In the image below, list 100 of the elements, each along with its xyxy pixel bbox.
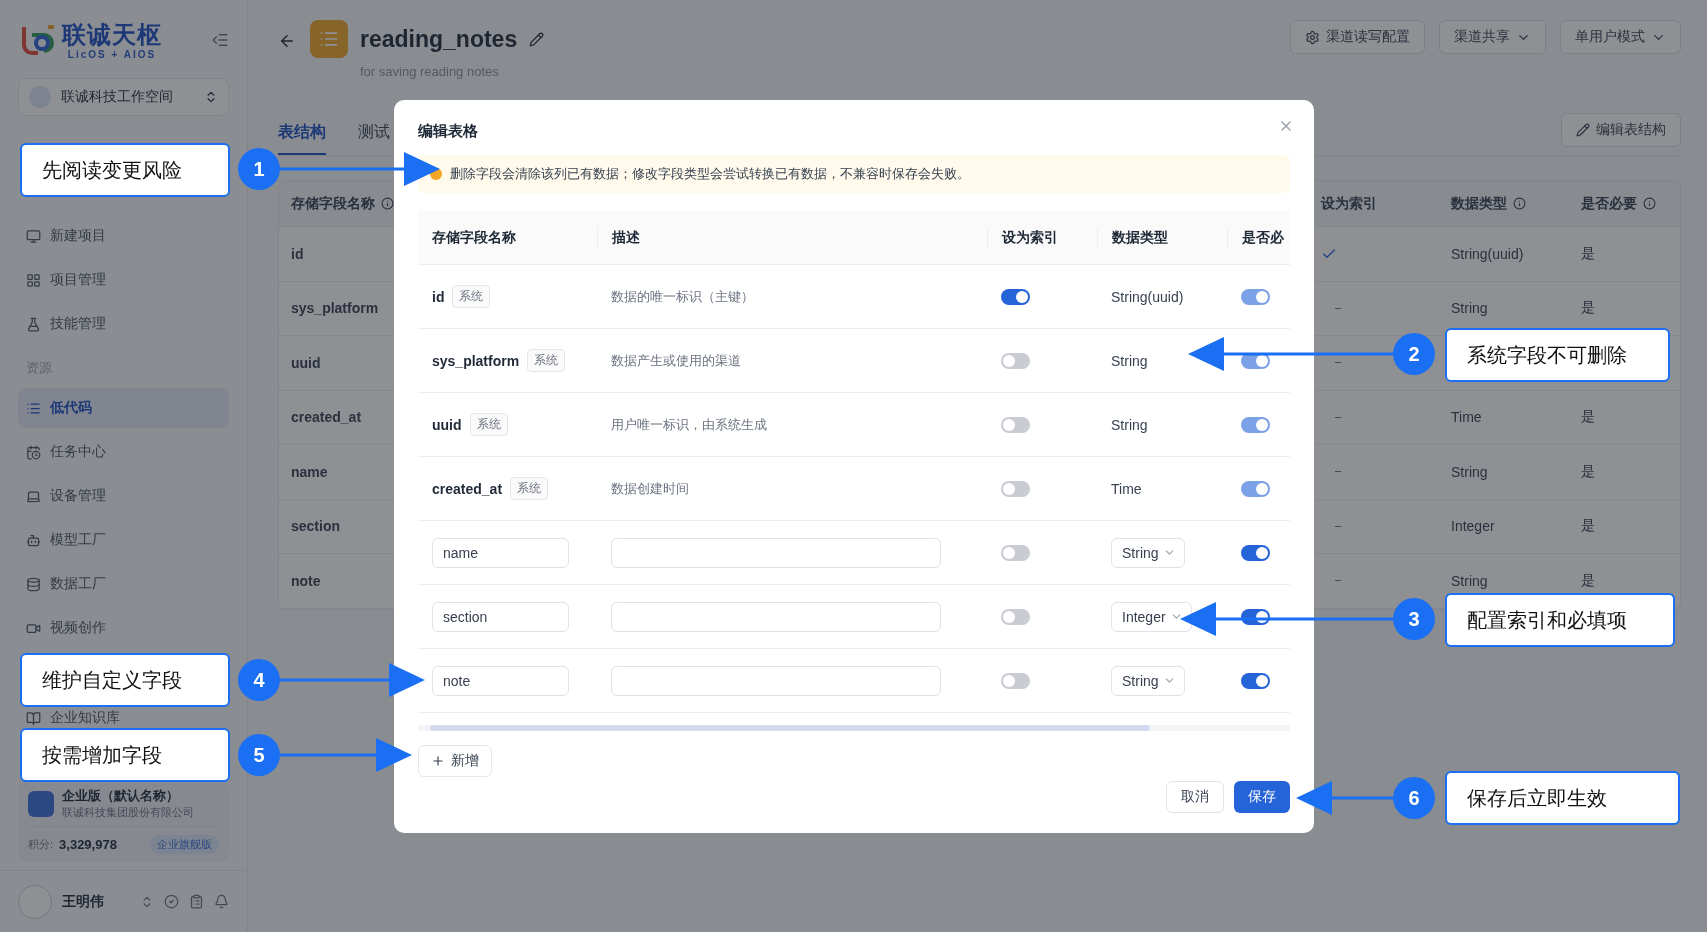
field-name-input[interactable]: name — [432, 537, 569, 568]
table-cell: String — [1451, 572, 1488, 589]
edit-icon[interactable] — [529, 31, 545, 47]
system-tag: 系统 — [527, 349, 566, 372]
flask-icon — [26, 316, 41, 332]
index-switch[interactable] — [1001, 288, 1030, 305]
add-field-button[interactable]: 新增 — [418, 745, 492, 777]
required-switch[interactable] — [1241, 480, 1270, 497]
table-cell: sys_platform — [291, 300, 379, 317]
horizontal-scrollbar[interactable] — [418, 725, 1290, 731]
nav-item[interactable]: 技能管理 — [18, 304, 229, 344]
table-cell: section — [291, 518, 340, 535]
description-input[interactable] — [611, 665, 941, 696]
index-switch[interactable] — [1001, 672, 1030, 689]
type-select[interactable]: String — [1111, 665, 1185, 696]
table-cell: note — [291, 572, 321, 589]
table-cell: 是 — [1581, 571, 1595, 590]
points-value: 3,329,978 — [59, 837, 118, 852]
description-input[interactable] — [611, 601, 941, 632]
table-cell: id — [291, 245, 304, 262]
data-type: String — [1111, 416, 1148, 433]
field-description: 数据产生或使用的渠道 — [611, 351, 741, 370]
logo-title: 联诚天枢 — [62, 20, 162, 49]
index-switch[interactable] — [1001, 544, 1030, 561]
required-switch[interactable] — [1241, 672, 1270, 689]
required-switch[interactable] — [1241, 544, 1270, 561]
column-header: 设为索引 — [987, 226, 1097, 249]
data-type: Time — [1111, 480, 1142, 497]
step-number: 6 — [1393, 777, 1435, 819]
step-number: 4 — [238, 659, 280, 701]
callout-label: 系统字段不可删除 — [1445, 328, 1670, 382]
header-button[interactable]: 单用户模式 — [1560, 20, 1681, 54]
check-circle-icon[interactable] — [164, 894, 179, 909]
clipboard-icon[interactable] — [189, 894, 204, 909]
collapse-menu-icon[interactable] — [211, 31, 229, 49]
database-icon — [26, 576, 41, 592]
grid-icon — [26, 272, 41, 288]
tab[interactable]: 表结构 — [278, 113, 326, 155]
book-icon — [26, 710, 41, 726]
workspace-selector[interactable]: 联诚科技工作空间 — [18, 78, 229, 116]
field-description: 数据创建时间 — [611, 479, 689, 498]
index-switch[interactable] — [1001, 352, 1030, 369]
info-icon — [381, 197, 394, 210]
nav-item[interactable]: 低代码 — [18, 388, 229, 428]
column-header: 数据类型 — [1451, 194, 1526, 213]
field-description: 用户唯一标识，由系统生成 — [611, 415, 767, 434]
table-cell: name — [291, 463, 328, 480]
org-company: 联诚科技集团股份有限公司 — [62, 805, 194, 820]
nav-item[interactable]: 数据工厂 — [18, 564, 229, 604]
column-header: 设为索引 — [1321, 194, 1377, 213]
plan-badge: 企业旗舰版 — [150, 835, 219, 854]
cancel-button[interactable]: 取消 — [1166, 781, 1224, 813]
required-switch[interactable] — [1241, 416, 1270, 433]
nav-item[interactable]: 项目管理 — [18, 260, 229, 300]
table-cell: 是 — [1581, 408, 1595, 427]
field-description: 数据的唯一标识（主键） — [611, 287, 754, 306]
required-switch[interactable] — [1241, 288, 1270, 305]
save-button[interactable]: 保存 — [1234, 781, 1290, 813]
list-icon — [26, 400, 41, 416]
column-header: 数据类型 — [1097, 226, 1227, 249]
callout-label: 保存后立即生效 — [1445, 771, 1680, 825]
nav-item[interactable]: 任务中心 — [18, 432, 229, 472]
field-name-input[interactable]: section — [432, 601, 569, 632]
table-icon — [310, 20, 348, 58]
index-switch[interactable] — [1001, 608, 1030, 625]
nav-item[interactable]: 新建项目 — [18, 216, 229, 256]
header-button[interactable]: 渠道共享 — [1439, 20, 1546, 54]
plus-icon — [431, 754, 445, 768]
logo-subtitle: LicOS + AIOS — [67, 48, 157, 60]
tab[interactable]: 测试 — [358, 113, 390, 155]
system-tag: 系统 — [452, 285, 491, 308]
back-icon[interactable] — [278, 32, 296, 50]
nav-item[interactable]: 设备管理 — [18, 476, 229, 516]
nav-item[interactable]: 企业知识库 — [18, 708, 229, 728]
callout-label: 先阅读变更风险 — [20, 143, 230, 197]
monitor-icon — [26, 228, 41, 244]
nav-item[interactable]: 模型工厂 — [18, 520, 229, 560]
bell-icon[interactable] — [214, 894, 229, 909]
field-name: uuid — [432, 416, 462, 433]
calendar-icon — [26, 444, 41, 460]
header-button[interactable]: 渠道读写配置 — [1290, 20, 1425, 54]
settings-icon — [1305, 29, 1320, 45]
warning-text: 删除字段会清除该列已有数据；修改字段类型会尝试转换已有数据，不兼容时保存会失败。 — [450, 165, 970, 183]
column-header: 存储字段名称 — [291, 194, 394, 213]
field-name: id — [432, 288, 445, 305]
index-switch[interactable] — [1001, 416, 1030, 433]
table-cell: 是 — [1581, 462, 1595, 481]
description-input[interactable] — [611, 537, 941, 568]
field-name-input[interactable]: note — [432, 665, 569, 696]
index-switch[interactable] — [1001, 480, 1030, 497]
table-cell: String(uuid) — [1451, 245, 1524, 262]
column-header: 存储字段名称 — [431, 227, 517, 247]
edit-structure-button[interactable]: 编辑表结构 — [1561, 113, 1681, 147]
step-number: 3 — [1393, 598, 1435, 640]
table-cell: 是 — [1581, 517, 1595, 536]
column-header: 描述 — [597, 226, 987, 249]
points-label: 积分: — [28, 837, 54, 852]
user-avatar[interactable] — [18, 884, 52, 919]
type-select[interactable]: String — [1111, 537, 1185, 568]
nav-item[interactable]: 视频创作 — [18, 608, 229, 648]
